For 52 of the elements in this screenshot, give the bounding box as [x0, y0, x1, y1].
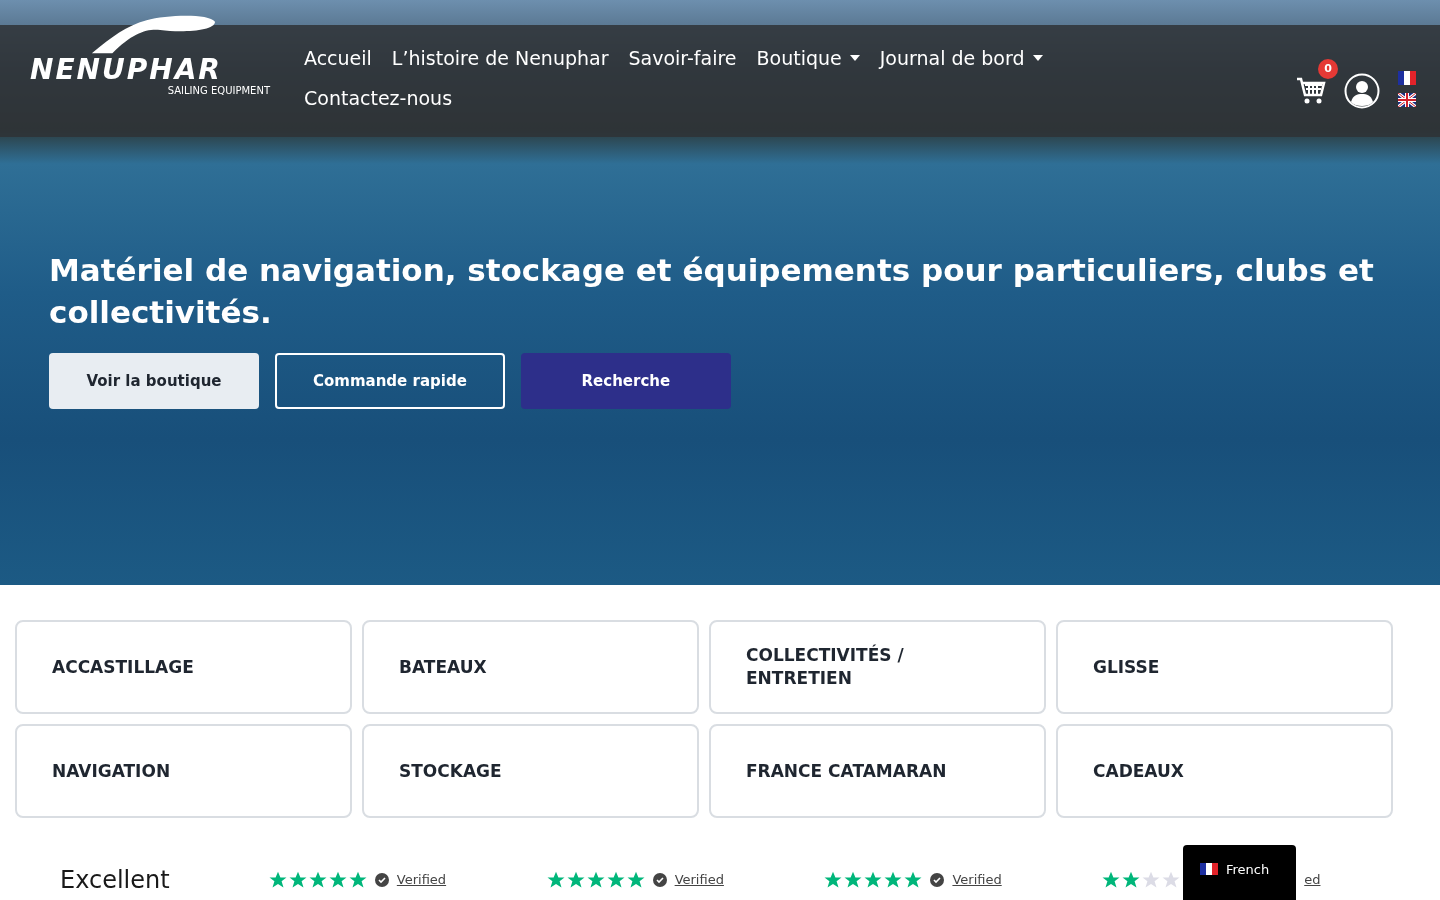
star-icon: [1142, 871, 1161, 889]
star-icon: [328, 871, 347, 889]
category-card[interactable]: GLISSE: [1056, 620, 1393, 714]
nav-link[interactable]: Journal de bord: [879, 47, 1043, 69]
verified-link[interactable]: Verified: [952, 870, 1002, 890]
language-label: French: [1226, 863, 1270, 877]
star-icon: [606, 871, 625, 889]
france-flag-icon: [1200, 863, 1218, 875]
logo-tagline: SAILING EQUIPMENT: [167, 85, 270, 97]
nav-link[interactable]: L’histoire de Nenuphar: [391, 47, 609, 69]
star-icon: [288, 871, 307, 889]
star-icon: [546, 871, 565, 889]
verified-link[interactable]: Verified: [674, 870, 724, 890]
category-card[interactable]: STOCKAGE: [362, 724, 699, 818]
nav-link[interactable]: Contactez-nous: [304, 87, 453, 109]
category-card[interactable]: ACCASTILLAGE: [15, 620, 352, 714]
star-icon: [308, 871, 327, 889]
category-card[interactable]: COLLECTIVITÉS / ENTRETIEN: [709, 620, 1046, 714]
category-card[interactable]: BATEAUX: [362, 620, 699, 714]
star-icon: [824, 871, 843, 889]
language-flag[interactable]: [1398, 93, 1416, 107]
language-flag[interactable]: [1398, 71, 1416, 85]
rating-label: Excellent: [60, 866, 171, 894]
star-icon: [1122, 871, 1141, 889]
nav-link[interactable]: Savoir-faire: [628, 47, 737, 69]
star-icon: [626, 871, 645, 889]
category-card[interactable]: NAVIGATION: [15, 724, 352, 818]
star-icon: [904, 871, 923, 889]
star-icon: [844, 871, 863, 889]
account-icon[interactable]: [1344, 73, 1380, 109]
star-icon: [348, 871, 367, 889]
verified-link[interactable]: ed: [1304, 870, 1321, 890]
category-card[interactable]: FRANCE CATAMARAN: [709, 724, 1046, 818]
hero-title: Matériel de navigation, stockage et équipements pour particuliers, clubs et collectivités.: [49, 251, 1375, 332]
nav-link[interactable]: Boutique: [756, 47, 860, 69]
star-icon: [586, 871, 605, 889]
star-icon: [864, 871, 883, 889]
star-icon: [268, 871, 287, 889]
star-icon: [566, 871, 585, 889]
hero-button[interactable]: Voir la boutique: [49, 353, 259, 409]
cart-icon[interactable]: [1296, 77, 1326, 105]
hero-button[interactable]: Commande rapide: [275, 353, 505, 409]
verified-link[interactable]: Verified: [396, 870, 447, 890]
category-card[interactable]: CADEAUX: [1056, 724, 1393, 818]
nav-link[interactable]: Accueil: [304, 47, 372, 69]
star-icon: [1162, 871, 1181, 889]
star-icon: [884, 871, 903, 889]
star-icon: [1102, 871, 1121, 889]
cart-count-badge: 0: [1318, 59, 1338, 79]
logo-wordmark[interactable]: NENUPHAR: [30, 55, 222, 85]
language-switcher[interactable]: French: [1183, 845, 1296, 900]
hero-button[interactable]: Recherche: [520, 353, 731, 409]
